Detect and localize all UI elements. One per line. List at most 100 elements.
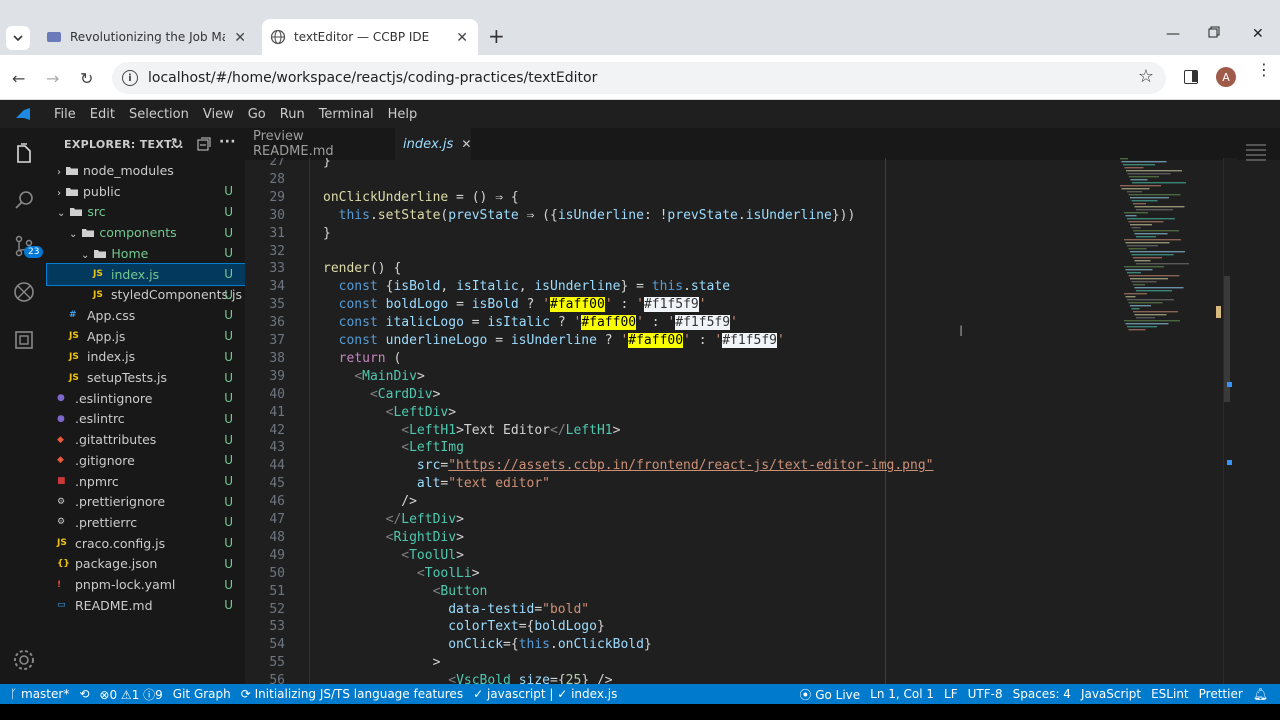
code-line[interactable]: <VscBold size={25} /> [323, 673, 612, 684]
close-tab-icon[interactable]: ✕ [456, 30, 468, 46]
menu-edit[interactable]: Edit [90, 107, 115, 122]
tab-search-button[interactable] [6, 26, 30, 50]
menu-go[interactable]: Go [248, 107, 266, 122]
code-line[interactable]: const {isBold, isItalic, isUnderline} = … [323, 279, 730, 294]
tree-item-styledcomponents-js[interactable]: JS styledComponents.js U [47, 284, 245, 305]
eol-status[interactable]: LF [944, 687, 958, 701]
code-line[interactable]: > [323, 655, 441, 670]
code-line[interactable]: const italicLogo = isItalic ? '#faff00' … [323, 315, 738, 331]
run-debug-icon[interactable] [10, 278, 38, 306]
source-control-icon[interactable]: 23 [10, 232, 44, 260]
code-line[interactable]: <LeftH1>Text Editor</LeftH1> [323, 423, 620, 438]
tree-item-gitattributes[interactable]: ◆ .gitattributes U [47, 429, 245, 450]
code-line[interactable]: src="https://assets.ccbp.in/frontend/rea… [323, 458, 934, 473]
tree-item-index-js[interactable]: JS index.js U [47, 346, 245, 367]
menu-terminal[interactable]: Terminal [319, 107, 374, 122]
tree-item-eslintrc[interactable]: ● .eslintrc U [47, 408, 245, 429]
code-line[interactable]: data-testid="bold" [323, 602, 589, 617]
menu-view[interactable]: View [203, 107, 234, 122]
code-line[interactable]: </LeftDiv> [323, 512, 464, 527]
close-window-icon[interactable]: ✕ [1252, 26, 1264, 42]
indent-status[interactable]: Spaces: 4 [1013, 687, 1071, 701]
bookmark-star-icon[interactable]: ☆ [1138, 66, 1154, 87]
menu-run[interactable]: Run [280, 107, 305, 122]
back-icon[interactable]: ← [12, 69, 25, 88]
code-line[interactable]: /> [323, 494, 417, 509]
branch-status[interactable]: ᚴ master* [10, 687, 69, 701]
settings-gear-icon[interactable] [10, 646, 38, 674]
code-line[interactable]: return ( [323, 351, 402, 366]
tree-item-components[interactable]: ⌄ components U [47, 222, 245, 243]
tree-item-public[interactable]: › public U [47, 181, 245, 202]
new-tab-button[interactable]: + [488, 26, 505, 46]
explorer-icon[interactable] [10, 140, 38, 168]
close-editor-tab-icon[interactable]: ✕ [461, 137, 471, 151]
extensions-icon[interactable] [10, 326, 38, 354]
code-line[interactable]: colorText={boldLogo} [323, 619, 605, 634]
language-mode[interactable]: JavaScript [1081, 687, 1141, 701]
reload-icon[interactable]: ↻ [80, 69, 93, 88]
more-actions-icon[interactable]: ··· [219, 134, 236, 150]
close-tab-icon[interactable]: ✕ [234, 30, 246, 46]
code-line[interactable]: <ToolLi> [323, 566, 480, 581]
search-icon[interactable] [10, 186, 38, 214]
editor-tab-readme[interactable]: Preview README.md [245, 128, 395, 160]
code-line[interactable]: } [323, 158, 331, 169]
tree-item-package-json[interactable]: {} package.json U [47, 553, 245, 574]
code-line[interactable]: <RightDiv> [323, 530, 464, 545]
code-line[interactable]: const boldLogo = isBold ? '#faff00' : '#… [323, 297, 707, 313]
language-breadcrumb[interactable]: ✓ javascript | ✓ index.js [473, 687, 617, 701]
side-panel-icon[interactable] [1184, 70, 1198, 84]
tree-item-index-js[interactable]: JS index.js U [46, 262, 246, 286]
tree-item-npmrc[interactable]: ■ .npmrc U [47, 471, 245, 492]
tree-item-readme-md[interactable]: ▭ README.md U [47, 595, 245, 616]
code-line[interactable]: <CardDiv> [323, 387, 440, 402]
tree-item-app-css[interactable]: # App.css U [47, 305, 245, 326]
ts-status[interactable]: ⟳ Initializing JS/TS language features [241, 687, 463, 701]
profile-avatar[interactable]: A [1216, 67, 1236, 87]
minimap[interactable] [1118, 158, 1223, 684]
code-line[interactable]: <LeftImg [323, 440, 464, 455]
tree-item-craco-config-js[interactable]: JS craco.config.js U [47, 533, 245, 554]
tree-item-pnpm-lock-yaml[interactable]: ! pnpm-lock.yaml U [47, 574, 245, 595]
go-live-button[interactable]: ⦿ Go Live [799, 686, 860, 703]
tree-item-setuptests-js[interactable]: JS setupTests.js U [47, 367, 245, 388]
tree-item-prettierrc[interactable]: ⚙ .prettierrc U [47, 512, 245, 533]
site-info-icon[interactable]: i [122, 70, 138, 86]
code-view[interactable]: 27} 28 29 onClickUnderline = () ⇒ {30 this.… [245, 158, 1125, 684]
eslint-status[interactable]: ESLint [1151, 687, 1189, 701]
code-line[interactable]: <Button [323, 584, 488, 599]
address-bar[interactable]: i localhost/#/home/workspace/reactjs/cod… [112, 62, 1166, 94]
tree-item-gitignore[interactable]: ◆ .gitignore U [47, 450, 245, 471]
problems-status[interactable]: ⊗0 ⚠1 ⓘ9 [99, 686, 162, 703]
code-line[interactable]: } [323, 226, 331, 241]
tree-item-prettierignore[interactable]: ⚙ .prettierignore U [47, 491, 245, 512]
code-line[interactable]: <MainDiv> [323, 369, 424, 384]
code-line[interactable]: onClickUnderline = () ⇒ { [323, 190, 519, 205]
menu-help[interactable]: Help [388, 107, 418, 122]
menu-selection[interactable]: Selection [129, 107, 189, 122]
tree-item-home[interactable]: ⌄ Home U [47, 243, 245, 264]
forward-icon[interactable]: → [46, 69, 59, 88]
sync-icon[interactable]: ⟲ [79, 687, 89, 701]
minimize-icon[interactable]: — [1166, 26, 1180, 42]
encoding-status[interactable]: UTF-8 [968, 687, 1003, 701]
code-line[interactable]: const underlineLogo = isUnderline ? '#fa… [323, 333, 785, 348]
code-line[interactable]: render() { [323, 261, 401, 276]
prettier-status[interactable]: Prettier [1199, 687, 1243, 701]
tree-item-eslintignore[interactable]: ● .eslintignore U [47, 388, 245, 409]
notifications-bell-icon[interactable]: 🔔︎ [1253, 687, 1268, 701]
tree-item-node-modules[interactable]: › node_modules [47, 160, 245, 181]
cursor-position[interactable]: Ln 1, Col 1 [870, 687, 934, 701]
editor-scrollbar[interactable] [1223, 158, 1237, 684]
browser-tab-job-market[interactable]: Revolutionizing the Job Market ✕ [38, 19, 256, 55]
browser-menu-icon[interactable]: ⋮ [1256, 62, 1272, 78]
menu-file[interactable]: File [54, 107, 76, 122]
git-graph-button[interactable]: Git Graph [173, 687, 231, 701]
code-line[interactable]: <ToolUl> [323, 548, 464, 563]
code-line[interactable]: this.setState(prevState ⇒ ({isUnderline:… [323, 208, 856, 223]
collapse-all-icon[interactable] [197, 137, 211, 154]
code-line[interactable]: <LeftDiv> [323, 405, 456, 420]
outline-menu-icon[interactable] [1245, 142, 1267, 166]
restore-icon[interactable] [1208, 26, 1220, 42]
